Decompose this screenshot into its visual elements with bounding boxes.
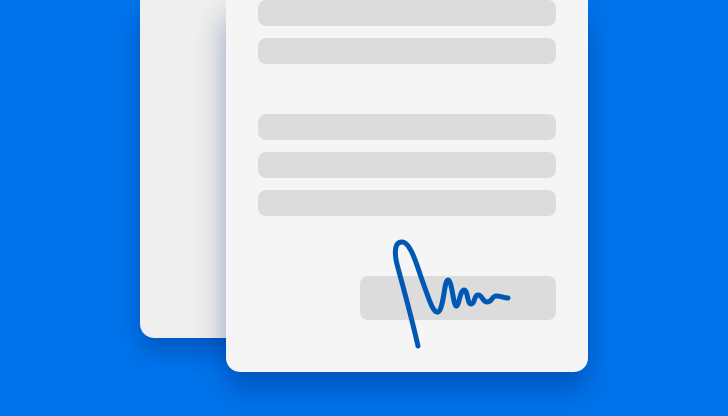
front-document-sheet-icon xyxy=(226,0,588,372)
text-placeholder-line xyxy=(258,114,556,140)
text-placeholder-line xyxy=(258,190,556,216)
text-placeholder-line xyxy=(258,152,556,178)
text-placeholder-line xyxy=(258,0,556,26)
text-placeholder-line xyxy=(258,38,556,64)
handwritten-signature-icon xyxy=(392,239,511,349)
